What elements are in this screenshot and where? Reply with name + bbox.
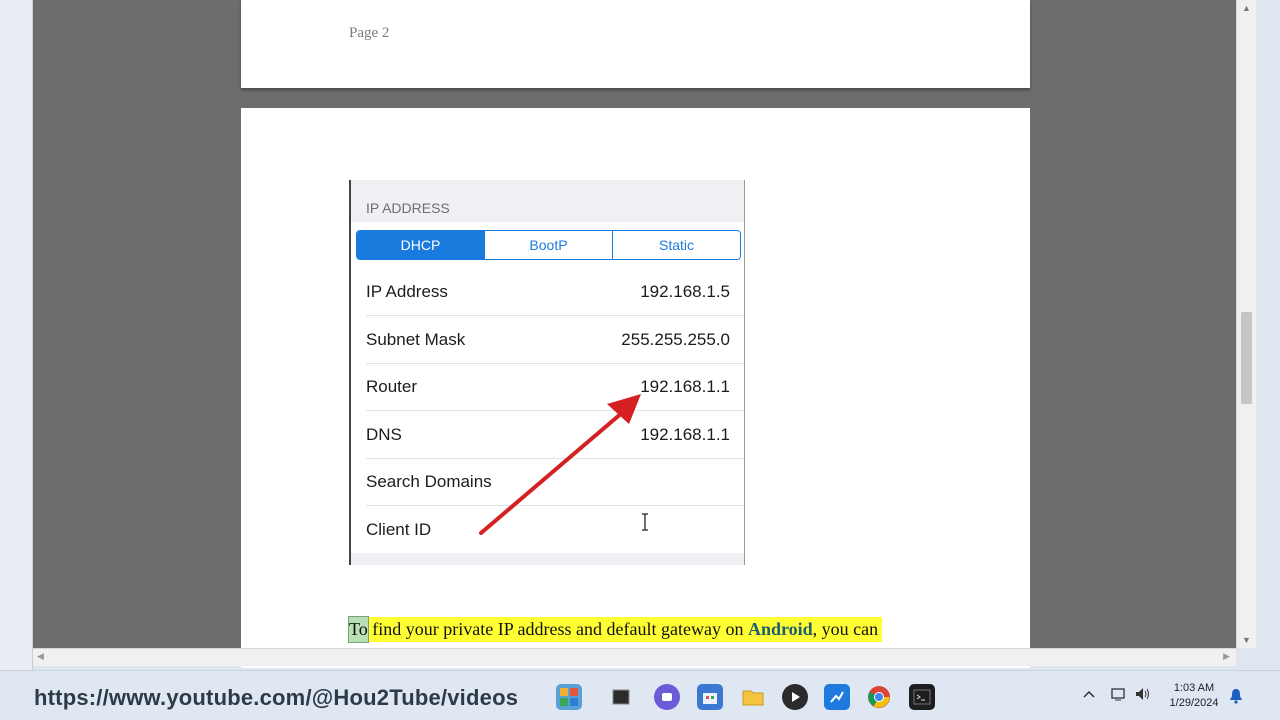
vertical-scrollbar[interactable]: ▲ ▼ bbox=[1236, 0, 1256, 648]
scroll-left-icon[interactable]: ◀ bbox=[37, 651, 44, 662]
horizontal-scrollbar[interactable]: ◀ ▶ bbox=[33, 648, 1236, 666]
text-segment: , you can bbox=[812, 619, 879, 639]
bold-term: Android bbox=[747, 619, 813, 639]
scroll-up-icon[interactable]: ▲ bbox=[1237, 3, 1256, 13]
document-page-previous: Page 2 bbox=[241, 0, 1030, 88]
volume-icon[interactable] bbox=[1134, 686, 1152, 705]
highlighted-text: find your private IP address and default… bbox=[367, 617, 883, 642]
network-icon[interactable] bbox=[1110, 686, 1128, 705]
embedded-ios-screenshot: IP ADDRESS DHCP BootP Static IP Address … bbox=[349, 180, 745, 565]
scrollbar-thumb[interactable] bbox=[1241, 312, 1252, 404]
command-prompt-icon[interactable] bbox=[909, 684, 935, 710]
body-paragraph: To find your private IP address and defa… bbox=[348, 616, 883, 643]
terminal-window-icon[interactable] bbox=[608, 684, 634, 710]
notification-bell-icon[interactable] bbox=[1229, 688, 1243, 707]
channel-url-overlay: https://www.youtube.com/@Hou2Tube/videos bbox=[34, 685, 519, 710]
show-hidden-icons-chevron-icon[interactable] bbox=[1083, 686, 1095, 702]
clock-time: 1:03 AM bbox=[1173, 682, 1215, 694]
store-icon[interactable] bbox=[697, 684, 723, 710]
page-number-label: Page 2 bbox=[349, 25, 390, 41]
chrome-icon[interactable] bbox=[866, 684, 892, 710]
widgets-icon[interactable] bbox=[556, 684, 582, 710]
system-clock[interactable]: 1:03 AM 1/29/2024 bbox=[1162, 681, 1226, 711]
scroll-down-icon[interactable]: ▼ bbox=[1237, 635, 1256, 645]
media-player-icon[interactable] bbox=[782, 684, 808, 710]
teams-chat-icon[interactable] bbox=[654, 684, 680, 710]
left-panel-edge bbox=[0, 0, 33, 670]
whiteboard-icon[interactable] bbox=[824, 684, 850, 710]
text-segment: find your private IP address and default… bbox=[367, 619, 748, 639]
file-explorer-icon[interactable] bbox=[740, 684, 766, 710]
clock-date: 1/29/2024 bbox=[1169, 697, 1219, 709]
scroll-right-icon[interactable]: ▶ bbox=[1223, 651, 1230, 662]
text-cursor-icon bbox=[642, 513, 648, 531]
red-arrow-annotation-icon bbox=[479, 394, 641, 535]
document-page-current[interactable]: IP ADDRESS DHCP BootP Static IP Address … bbox=[241, 108, 1030, 668]
selected-word: To bbox=[348, 616, 369, 643]
